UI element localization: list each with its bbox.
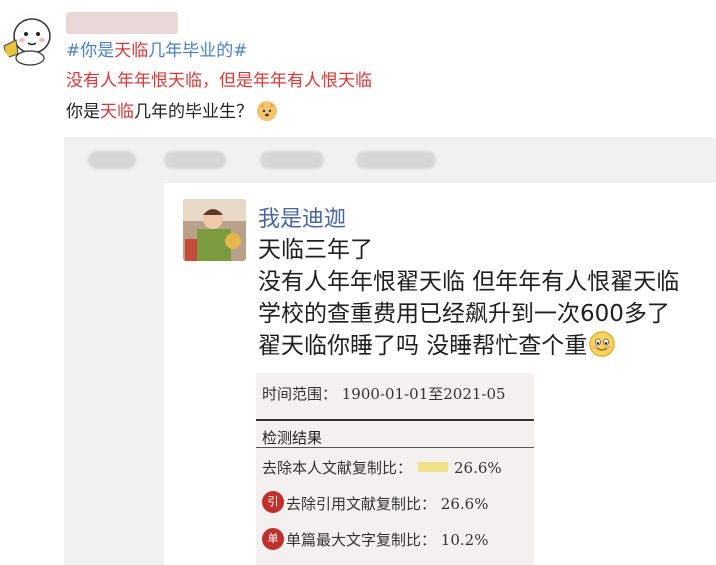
author-avatar: [183, 199, 246, 261]
report-divider: [256, 419, 534, 421]
quote-line: 没有人年年恨翟天临 但年年有人恨翟天临: [258, 269, 680, 295]
embedded-screenshot[interactable]: 我是迪迦 天临三年了 没有人年年恨翟天临 但年年有人恨翟天临 学校的查重费用已经…: [164, 183, 716, 565]
plagiarism-report-image: 时间范围： 1900-01-01至2021-05 检测结果 去除本人文献复制比：…: [256, 373, 534, 565]
smile-emoji-icon: [589, 331, 616, 357]
report-heading: 检测结果: [262, 429, 323, 447]
citation-badge-icon: 引: [262, 491, 284, 513]
report-divider: [256, 447, 534, 448]
report-time-range: 时间范围： 1900-01-01至2021-05: [262, 385, 506, 403]
doge-emoji-icon: [257, 101, 277, 121]
author-name[interactable]: 我是迪迦: [258, 201, 346, 233]
blurred-tab: [356, 151, 436, 169]
blurred-tab: [260, 151, 324, 169]
blurred-tab: [164, 151, 226, 169]
report-row: 单篇最大文字复制比： 10.2%: [286, 531, 489, 549]
quote-line: 翟天临你睡了吗 没睡帮忙查个重: [258, 331, 616, 361]
report-row: 去除引用文献复制比： 26.6%: [286, 495, 489, 513]
cartoon-avatar-icon: [3, 18, 51, 66]
quote-line: 学校的查重费用已经飙升到一次600多了: [258, 301, 670, 327]
quoted-post-card[interactable]: 我是迪迦 天临三年了 没有人年年恨翟天临 但年年有人恨翟天临 学校的查重费用已经…: [64, 137, 716, 565]
single-badge-icon: 单: [262, 528, 284, 550]
report-row: 去除本人文献复制比： 26.6%: [262, 459, 502, 477]
post-line-3: 你是天临几年的毕业生？: [66, 101, 277, 123]
blurred-tab: [88, 151, 136, 169]
similarity-bar: [418, 462, 449, 472]
post-line-2: 没有人年年恨天临，但是年年有人恨天临: [66, 71, 372, 91]
post-hashtag[interactable]: #你是天临几年毕业的#: [66, 40, 248, 62]
quote-line: 天临三年了: [258, 237, 373, 263]
username-blurred[interactable]: [66, 12, 178, 34]
poster-avatar[interactable]: [2, 12, 56, 66]
